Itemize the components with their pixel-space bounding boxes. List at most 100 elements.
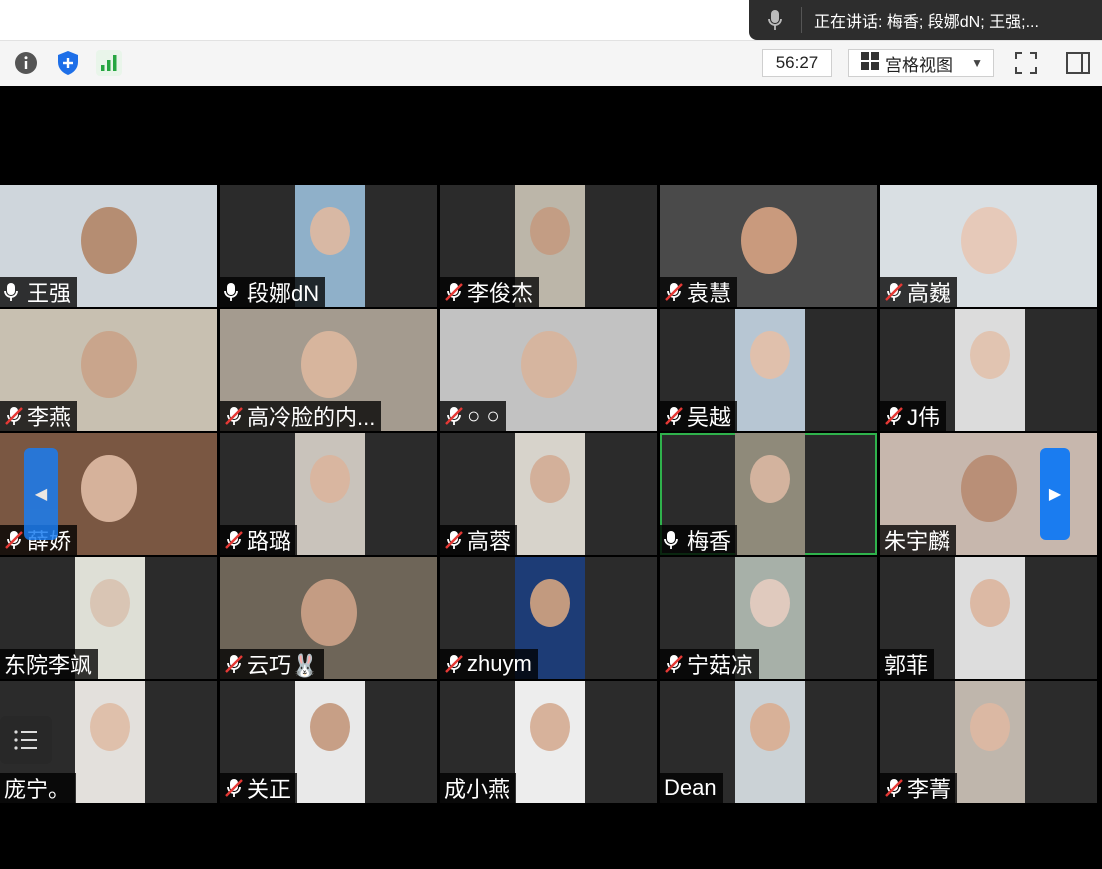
participant-tile[interactable]: 高巍: [880, 185, 1097, 307]
participant-name: 李燕: [27, 405, 72, 430]
mic-muted-icon: [224, 406, 244, 426]
next-page-button[interactable]: ▶: [1040, 448, 1070, 540]
participant-face: [750, 455, 790, 503]
meeting-timer: 56:27: [762, 49, 832, 77]
participant-face: [750, 331, 790, 379]
mic-muted-icon: [4, 406, 24, 426]
participant-name-label: 高巍: [880, 277, 958, 307]
participant-name: 郭菲: [884, 653, 929, 678]
active-speaker-bar: 正在讲话: 梅香; 段娜dN; 王强;...: [749, 0, 1102, 40]
participant-tile[interactable]: ○ ○: [440, 309, 657, 431]
participant-name: ○ ○: [467, 403, 500, 428]
participant-face: [960, 455, 1017, 523]
video-feed: [295, 433, 365, 555]
participant-face: [90, 579, 130, 627]
participant-face: [90, 703, 130, 751]
participant-name: 李俊杰: [467, 281, 534, 306]
participant-tile[interactable]: 宁菇凉: [660, 557, 877, 679]
participant-tile[interactable]: 段娜dN: [220, 185, 437, 307]
participant-tile[interactable]: Dean: [660, 681, 877, 803]
participant-list-button[interactable]: [0, 716, 52, 764]
meeting-toolbar: 56:27 宫格视图 ▼: [0, 40, 1102, 86]
mic-muted-icon: [444, 530, 464, 550]
participant-name: Dean: [664, 775, 717, 800]
participant-name: 王强: [27, 281, 72, 306]
participant-name: 吴越: [687, 405, 732, 430]
participant-name-label: 宁菇凉: [660, 649, 760, 679]
participant-tile[interactable]: 李俊杰: [440, 185, 657, 307]
participant-tile[interactable]: 袁慧: [660, 185, 877, 307]
mic-muted-icon: [884, 282, 904, 302]
participant-name-label: 李燕: [0, 401, 78, 431]
video-feed: [735, 309, 805, 431]
participant-name-label: 梅香: [660, 525, 738, 555]
participant-tile[interactable]: 梅香: [660, 433, 877, 555]
participant-name-label: 东院李飒: [0, 649, 99, 679]
participant-name-label: 王强: [0, 277, 78, 307]
participant-name-label: 关正: [220, 773, 298, 803]
video-feed: [955, 309, 1025, 431]
video-feed: [735, 681, 805, 803]
participant-face: [960, 207, 1017, 275]
participant-name: 成小燕: [444, 777, 511, 802]
video-feed: [955, 681, 1025, 803]
video-feed: [515, 433, 585, 555]
info-icon[interactable]: [12, 49, 40, 77]
participant-name-label: 云巧🐰: [220, 649, 325, 679]
participant-tile[interactable]: 成小燕: [440, 681, 657, 803]
mic-muted-icon: [664, 406, 684, 426]
chevron-down-icon: ▼: [971, 56, 983, 70]
participant-face: [970, 703, 1010, 751]
participant-face: [530, 703, 570, 751]
previous-page-button[interactable]: ◀: [24, 448, 58, 540]
participant-name: 关正: [247, 777, 292, 802]
participant-tile[interactable]: 关正: [220, 681, 437, 803]
participant-name-label: zhuym: [440, 649, 538, 679]
participant-tile[interactable]: 高蓉: [440, 433, 657, 555]
participant-face: [520, 331, 577, 399]
participant-tile[interactable]: 李燕: [0, 309, 217, 431]
signal-strength-icon[interactable]: [95, 49, 123, 77]
participant-tile[interactable]: zhuym: [440, 557, 657, 679]
mic-muted-icon: [224, 530, 244, 550]
mic-icon: [664, 530, 684, 550]
video-feed: [735, 433, 805, 555]
mic-muted-icon: [664, 282, 684, 302]
mic-icon: [749, 0, 801, 40]
participant-face: [300, 579, 357, 647]
mic-muted-icon: [4, 530, 24, 550]
participant-face: [750, 703, 790, 751]
participant-face: [970, 331, 1010, 379]
sidebar-toggle-icon[interactable]: [1064, 49, 1092, 77]
fullscreen-icon[interactable]: [1012, 49, 1040, 77]
participant-tile[interactable]: 云巧🐰: [220, 557, 437, 679]
mic-muted-icon: [224, 654, 244, 674]
participant-name-label: ○ ○: [440, 401, 506, 431]
participant-tile[interactable]: 李菁: [880, 681, 1097, 803]
participant-tile[interactable]: J伟: [880, 309, 1097, 431]
participant-name-label: 路璐: [220, 525, 298, 555]
video-feed: [295, 681, 365, 803]
shield-icon[interactable]: [54, 49, 82, 77]
participant-name-label: Dean: [660, 773, 723, 803]
participant-tile[interactable]: 郭菲: [880, 557, 1097, 679]
participant-name-label: 朱宇麟: [880, 525, 957, 555]
view-selector[interactable]: 宫格视图 ▼: [848, 49, 994, 77]
participant-name-label: J伟: [880, 401, 947, 431]
mic-icon: [4, 282, 24, 302]
participant-tile[interactable]: 路璐: [220, 433, 437, 555]
participant-tile[interactable]: 东院李飒: [0, 557, 217, 679]
participant-name: 高蓉: [467, 529, 512, 554]
mic-muted-icon: [664, 654, 684, 674]
participant-name: 李菁: [907, 777, 952, 802]
participant-tile[interactable]: 吴越: [660, 309, 877, 431]
video-feed: [515, 681, 585, 803]
mic-muted-icon: [444, 406, 464, 426]
participant-tile[interactable]: 高冷脸的内...: [220, 309, 437, 431]
mic-muted-icon: [884, 406, 904, 426]
participant-tile[interactable]: 王强: [0, 185, 217, 307]
participant-name-label: 李俊杰: [440, 277, 540, 307]
mic-icon: [224, 282, 244, 302]
speaking-text: 正在讲话: 梅香; 段娜dN; 王强;...: [814, 14, 1039, 31]
participant-name: 高冷脸的内...: [247, 405, 376, 430]
